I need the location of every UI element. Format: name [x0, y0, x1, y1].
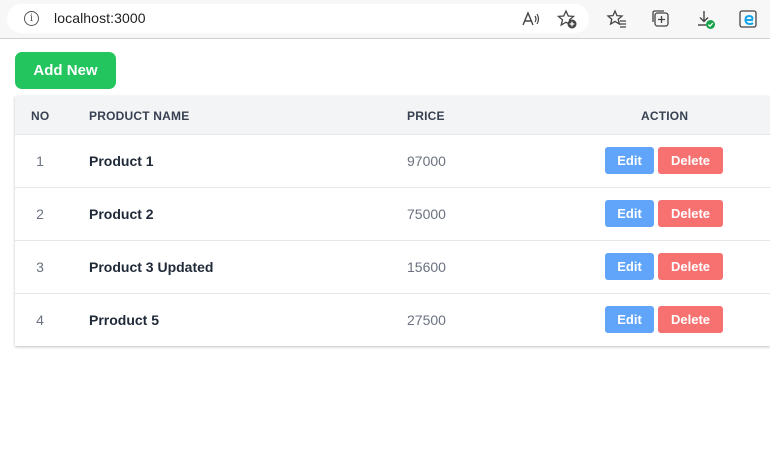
table-row: 4 Prroduct 5 27500 Edit Delete	[15, 293, 770, 346]
table-row: 3 Product 3 Updated 15600 Edit Delete	[15, 240, 770, 293]
table-row: 1 Product 1 97000 Edit Delete	[15, 134, 770, 187]
product-name: Product 2	[89, 206, 154, 222]
delete-button[interactable]: Delete	[658, 147, 723, 174]
edge-icon[interactable]	[738, 8, 760, 30]
product-name: Product 3 Updated	[89, 259, 214, 275]
row-number: 1	[36, 153, 44, 169]
edit-button[interactable]: Edit	[605, 200, 654, 227]
collections-icon[interactable]	[650, 8, 672, 30]
row-number: 3	[36, 259, 44, 275]
header-action: ACTION	[641, 109, 689, 123]
product-price: 75000	[407, 206, 446, 222]
delete-button[interactable]: Delete	[658, 253, 723, 280]
downloads-icon[interactable]	[694, 8, 716, 30]
edit-button[interactable]: Edit	[605, 253, 654, 280]
product-name: Product 1	[89, 153, 154, 169]
header-no: NO	[31, 109, 50, 123]
delete-button[interactable]: Delete	[658, 306, 723, 333]
row-number: 2	[36, 206, 44, 222]
add-favorite-icon[interactable]	[556, 8, 578, 30]
table-row: 2 Product 2 75000 Edit Delete	[15, 187, 770, 240]
edit-button[interactable]: Edit	[605, 147, 654, 174]
address-bar[interactable]: i localhost:3000	[7, 4, 589, 33]
add-new-button[interactable]: Add New	[15, 52, 116, 89]
header-price: PRICE	[407, 109, 445, 123]
header-product-name: PRODUCT NAME	[89, 109, 190, 123]
edit-button[interactable]: Edit	[605, 306, 654, 333]
info-icon[interactable]: i	[24, 11, 39, 26]
table-header: NO PRODUCT NAME PRICE ACTION	[15, 96, 770, 134]
product-price: 15600	[407, 259, 446, 275]
delete-button[interactable]: Delete	[658, 200, 723, 227]
product-name: Prroduct 5	[89, 312, 160, 328]
row-number: 4	[36, 312, 44, 328]
read-aloud-icon[interactable]	[519, 8, 541, 30]
browser-toolbar: i localhost:3000	[0, 0, 770, 39]
product-price: 27500	[407, 312, 446, 328]
products-table: NO PRODUCT NAME PRICE ACTION 1 Product 1…	[15, 96, 770, 346]
url-text[interactable]: localhost:3000	[54, 10, 146, 26]
product-price: 97000	[407, 153, 446, 169]
favorites-icon[interactable]	[606, 8, 628, 30]
